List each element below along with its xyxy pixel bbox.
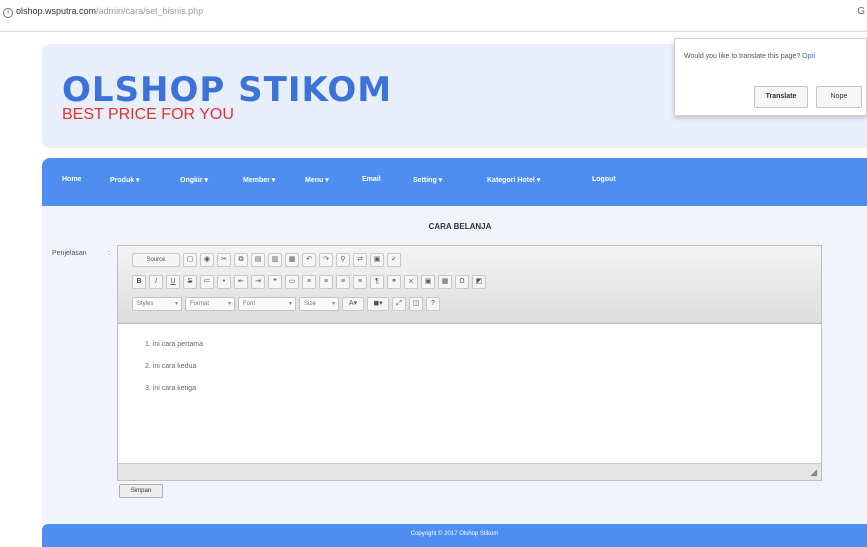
google-icon[interactable]: G bbox=[857, 6, 865, 17]
main-nav bbox=[42, 158, 867, 206]
outdent-icon[interactable]: ⇤ bbox=[234, 275, 248, 289]
site-title: OLSHOP STIKOM bbox=[62, 70, 393, 110]
nope-button[interactable]: Nope bbox=[816, 86, 862, 108]
size-select[interactable]: Size bbox=[299, 297, 339, 311]
nav-member[interactable]: Member ▾ bbox=[243, 176, 275, 184]
url-path: /admin/cara/set_bisnis.php bbox=[96, 6, 204, 16]
styles-select[interactable]: Styles bbox=[132, 297, 182, 311]
align-left-icon[interactable]: ≡ bbox=[302, 275, 316, 289]
text-color-icon[interactable]: A▾ bbox=[342, 297, 364, 311]
spellcheck-icon[interactable]: ✓ bbox=[387, 253, 401, 267]
align-right-icon[interactable]: ≡ bbox=[336, 275, 350, 289]
link-icon[interactable]: ⚭ bbox=[387, 275, 401, 289]
underline-icon[interactable]: U bbox=[166, 275, 180, 289]
toolbar-row-2: B I U S ≔ • ⇤ ⇥ ❝ ▭ ≡ ≡ ≡ ≡ ¶ ⚭ ⨯ ▣ ▦ Ω bbox=[132, 274, 486, 290]
special-char-icon[interactable]: Ω bbox=[455, 275, 469, 289]
address-bar[interactable]: i olshop.wsputra.com/admin/cara/set_bisn… bbox=[0, 0, 867, 32]
paste-text-icon[interactable]: ▥ bbox=[268, 253, 282, 267]
bidi-icon[interactable]: ¶ bbox=[370, 275, 384, 289]
nav-home[interactable]: Home bbox=[62, 176, 81, 183]
translate-button[interactable]: Translate bbox=[754, 86, 808, 108]
image-icon[interactable]: ▣ bbox=[421, 275, 435, 289]
nav-logout[interactable]: Logout bbox=[592, 176, 616, 183]
paste-word-icon[interactable]: ▦ bbox=[285, 253, 299, 267]
iframe-icon[interactable]: ◩ bbox=[472, 275, 486, 289]
translate-popup: Would you like to translate this page? O… bbox=[674, 38, 867, 116]
url-text[interactable]: olshop.wsputra.com/admin/cara/set_bisnis… bbox=[16, 6, 203, 16]
undo-icon[interactable]: ↶ bbox=[302, 253, 316, 267]
italic-icon[interactable]: I bbox=[149, 275, 163, 289]
bold-icon[interactable]: B bbox=[132, 275, 146, 289]
copy-icon[interactable]: ⧉ bbox=[234, 253, 248, 267]
page-title: CARA BELANJA bbox=[428, 222, 492, 231]
align-center-icon[interactable]: ≡ bbox=[319, 275, 333, 289]
bullet-list-icon[interactable]: • bbox=[217, 275, 231, 289]
font-select[interactable]: Font bbox=[238, 297, 296, 311]
page: i olshop.wsputra.com/admin/cara/set_bisn… bbox=[0, 0, 867, 547]
strikethrough-icon[interactable]: S bbox=[183, 275, 197, 289]
nav-produk[interactable]: Produk ▾ bbox=[110, 176, 140, 184]
translate-options-link[interactable]: Opti bbox=[802, 53, 815, 60]
bg-color-icon[interactable]: ◼▾ bbox=[367, 297, 389, 311]
translate-question-text: Would you like to translate this page? bbox=[684, 53, 801, 60]
footer-copyright: Copyright © 2017 Olshop Stikom bbox=[410, 531, 499, 537]
help-icon[interactable]: ? bbox=[426, 297, 440, 311]
format-select[interactable]: Format bbox=[185, 297, 235, 311]
editor-toolbar: Source ▢ ◉ ✂ ⧉ ▤ ▥ ▦ ↶ ↷ ⚲ ⇄ ▣ ✓ B I U S… bbox=[118, 246, 821, 324]
replace-icon[interactable]: ⇄ bbox=[353, 253, 367, 267]
site-subtitle: BEST PRICE FOR YOU bbox=[62, 106, 234, 123]
source-button[interactable]: Source bbox=[132, 253, 180, 267]
nav-kategori-hotel[interactable]: Kategori Hotel ▾ bbox=[487, 176, 540, 184]
preview-icon[interactable]: ◉ bbox=[200, 253, 214, 267]
div-icon[interactable]: ▭ bbox=[285, 275, 299, 289]
align-justify-icon[interactable]: ≡ bbox=[353, 275, 367, 289]
content-line: 1. ini cara pertama bbox=[145, 341, 203, 348]
numbered-list-icon[interactable]: ≔ bbox=[200, 275, 214, 289]
select-all-icon[interactable]: ▣ bbox=[370, 253, 384, 267]
maximize-icon[interactable]: ⤢ bbox=[392, 297, 406, 311]
table-icon[interactable]: ▦ bbox=[438, 275, 452, 289]
translate-question: Would you like to translate this page? O… bbox=[684, 53, 815, 60]
nav-menu[interactable]: Menu ▾ bbox=[305, 176, 329, 184]
editor-status-bar: ◢ bbox=[118, 463, 821, 480]
info-icon[interactable]: i bbox=[3, 8, 13, 18]
toolbar-row-3: Styles Format Font Size A▾ ◼▾ ⤢ ◫ ? bbox=[132, 296, 440, 312]
field-colon: : bbox=[108, 250, 110, 257]
indent-icon[interactable]: ⇥ bbox=[251, 275, 265, 289]
content-line: 3. ini cara ketiga bbox=[145, 385, 196, 392]
redo-icon[interactable]: ↷ bbox=[319, 253, 333, 267]
toolbar-row-1: Source ▢ ◉ ✂ ⧉ ▤ ▥ ▦ ↶ ↷ ⚲ ⇄ ▣ ✓ bbox=[132, 252, 401, 268]
nav-ongkir[interactable]: Ongkir ▾ bbox=[180, 176, 208, 184]
content-line: 2. ini cara kedua bbox=[145, 363, 197, 370]
url-host: olshop.wsputra.com bbox=[16, 6, 97, 16]
nav-setting[interactable]: Setting ▾ bbox=[413, 176, 442, 184]
nav-email[interactable]: Email bbox=[362, 176, 381, 183]
unlink-icon[interactable]: ⨯ bbox=[404, 275, 418, 289]
cut-icon[interactable]: ✂ bbox=[217, 253, 231, 267]
blockquote-icon[interactable]: ❝ bbox=[268, 275, 282, 289]
field-label: Penjelasan bbox=[52, 250, 87, 257]
show-blocks-icon[interactable]: ◫ bbox=[409, 297, 423, 311]
editor-content[interactable]: 1. ini cara pertama 2. ini cara kedua 3.… bbox=[118, 325, 821, 463]
new-page-icon[interactable]: ▢ bbox=[183, 253, 197, 267]
resize-handle-icon[interactable]: ◢ bbox=[810, 467, 817, 478]
save-button[interactable]: Simpan bbox=[119, 484, 163, 498]
site-footer: Copyright © 2017 Olshop Stikom bbox=[42, 524, 867, 547]
rich-text-editor: Source ▢ ◉ ✂ ⧉ ▤ ▥ ▦ ↶ ↷ ⚲ ⇄ ▣ ✓ B I U S… bbox=[117, 245, 822, 481]
paste-icon[interactable]: ▤ bbox=[251, 253, 265, 267]
find-icon[interactable]: ⚲ bbox=[336, 253, 350, 267]
